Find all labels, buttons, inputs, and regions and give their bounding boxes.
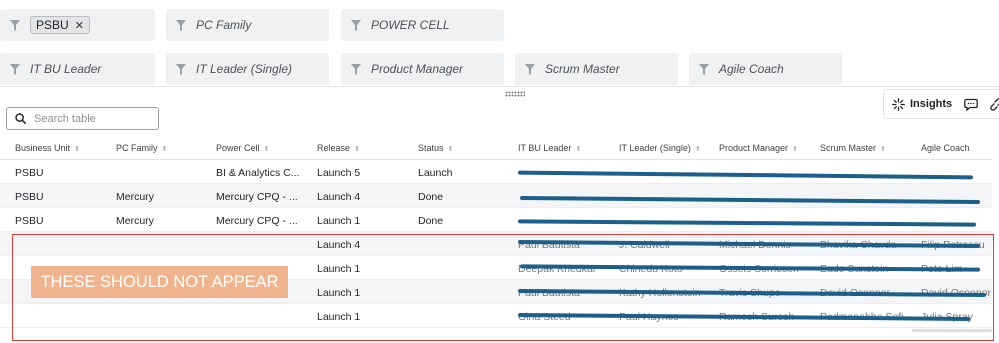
filter-label: POWER CELL: [371, 18, 450, 32]
cell-business-unit: PSBU: [15, 167, 44, 179]
cell-power-cell: Mercury CPQ - ...: [216, 215, 298, 227]
column-header-agile-coach[interactable]: Agile Coach: [921, 143, 970, 153]
filter-business-unit[interactable]: PSBU ✕: [0, 9, 155, 41]
insights-label: Insights: [910, 98, 953, 110]
filter-icon: [699, 63, 709, 75]
horizontal-scrollbar[interactable]: [912, 329, 992, 332]
table-header: Business Unit ⬍ PC Family ⬍ Power Cell ⬍ Re…: [0, 138, 992, 160]
column-header-label: Status: [418, 143, 444, 153]
cell-release: Launch 4: [317, 191, 361, 203]
search-icon: [15, 113, 26, 124]
column-header-label: PC Family: [116, 143, 158, 153]
sort-icon[interactable]: ⬍: [448, 146, 454, 153]
column-header-it-leader-single[interactable]: IT Leader (Single) ⬍: [619, 143, 701, 153]
column-header-power-cell[interactable]: Power Cell ⬍: [216, 143, 269, 153]
cell-power-cell: BI & Analytics C...: [216, 167, 300, 179]
cell-pc-family: Mercury: [116, 191, 154, 203]
column-header-label: IT Leader (Single): [619, 143, 691, 153]
sort-icon[interactable]: ⬍: [162, 146, 168, 153]
filter-icon: [176, 63, 186, 75]
comment-icon[interactable]: [964, 98, 979, 111]
filter-icon: [351, 63, 361, 75]
filter-power-cell[interactable]: POWER CELL: [341, 9, 504, 41]
table-row[interactable]: PSBU BI & Analytics C... Launch 5 Launch: [0, 160, 992, 184]
filter-label: PC Family: [196, 18, 252, 32]
filter-icon: [10, 19, 20, 31]
cell-business-unit: PSBU: [15, 215, 44, 227]
column-header-status[interactable]: Status ⬍: [418, 143, 453, 153]
filter-chip-label: PSBU: [36, 18, 69, 32]
filter-label: Agile Coach: [719, 62, 784, 76]
column-header-business-unit[interactable]: Business Unit ⬍: [15, 143, 80, 153]
column-header-label: Agile Coach: [921, 143, 970, 153]
filter-product-manager[interactable]: Product Manager: [341, 53, 504, 85]
table-row[interactable]: PSBU Mercury Mercury CPQ - ... Launch 1 …: [0, 208, 992, 232]
search-box[interactable]: [6, 107, 159, 130]
drag-handle[interactable]: [505, 91, 525, 97]
filter-icon: [176, 19, 186, 31]
cell-power-cell: Mercury CPQ - ...: [216, 191, 298, 203]
column-header-it-bu-leader[interactable]: IT BU Leader ⬍: [518, 143, 581, 153]
sort-icon[interactable]: ⬍: [264, 146, 270, 153]
filter-it-leader-single[interactable]: IT Leader (Single): [166, 53, 329, 85]
cell-status: Done: [418, 215, 444, 227]
cell-status: Launch: [418, 167, 453, 179]
column-header-label: Product Manager: [719, 143, 789, 153]
sort-icon[interactable]: ⬍: [695, 146, 701, 153]
filter-label: IT BU Leader: [30, 62, 102, 76]
filter-icon: [525, 63, 535, 75]
filter-it-bu-leader[interactable]: IT BU Leader: [0, 53, 155, 85]
insights-icon: [892, 97, 905, 111]
filter-agile-coach[interactable]: Agile Coach: [689, 53, 842, 85]
filter-pc-family[interactable]: PC Family: [166, 9, 329, 41]
column-header-label: Power Cell: [216, 143, 260, 153]
table-row[interactable]: PSBU Mercury Mercury CPQ - ... Launch 4 …: [0, 184, 992, 208]
search-input[interactable]: [34, 112, 144, 125]
sort-icon[interactable]: ⬍: [74, 146, 80, 153]
filter-label: IT Leader (Single): [196, 62, 293, 76]
sort-icon[interactable]: ⬍: [575, 146, 581, 153]
column-header-label: Release: [317, 143, 351, 153]
cell-pc-family: Mercury: [116, 215, 154, 227]
table-toolbar: Insights: [883, 89, 999, 119]
sort-icon[interactable]: ⬍: [354, 146, 360, 153]
column-header-product-manager[interactable]: Product Manager ⬍: [719, 143, 798, 153]
cell-release: Launch 5: [317, 167, 361, 179]
annotation-callout: THESE SHOULD NOT APPEAR: [31, 266, 288, 298]
cell-release: Launch 1: [317, 215, 361, 227]
column-header-release[interactable]: Release ⬍: [317, 143, 360, 153]
filter-icon: [351, 19, 361, 31]
filter-label: Scrum Master: [545, 62, 620, 76]
column-header-pc-family[interactable]: PC Family ⬍: [116, 143, 167, 153]
sort-icon[interactable]: ⬍: [792, 146, 798, 153]
link-icon[interactable]: [990, 97, 999, 111]
remove-chip-icon[interactable]: ✕: [75, 19, 84, 32]
sort-icon[interactable]: ⬍: [880, 146, 886, 153]
cell-business-unit: PSBU: [15, 191, 44, 203]
filter-label: Product Manager: [371, 62, 464, 76]
column-header-label: IT BU Leader: [518, 143, 572, 153]
filter-scrum-master[interactable]: Scrum Master: [515, 53, 678, 85]
filter-chip-psbu[interactable]: PSBU ✕: [30, 16, 90, 34]
section-divider: [0, 86, 999, 87]
column-header-scrum-master[interactable]: Scrum Master ⬍: [820, 143, 886, 153]
filter-icon: [10, 63, 20, 75]
insights-button[interactable]: Insights: [884, 97, 953, 111]
column-header-label: Scrum Master: [820, 143, 877, 153]
column-header-label: Business Unit: [15, 143, 71, 153]
cell-status: Done: [418, 191, 444, 203]
